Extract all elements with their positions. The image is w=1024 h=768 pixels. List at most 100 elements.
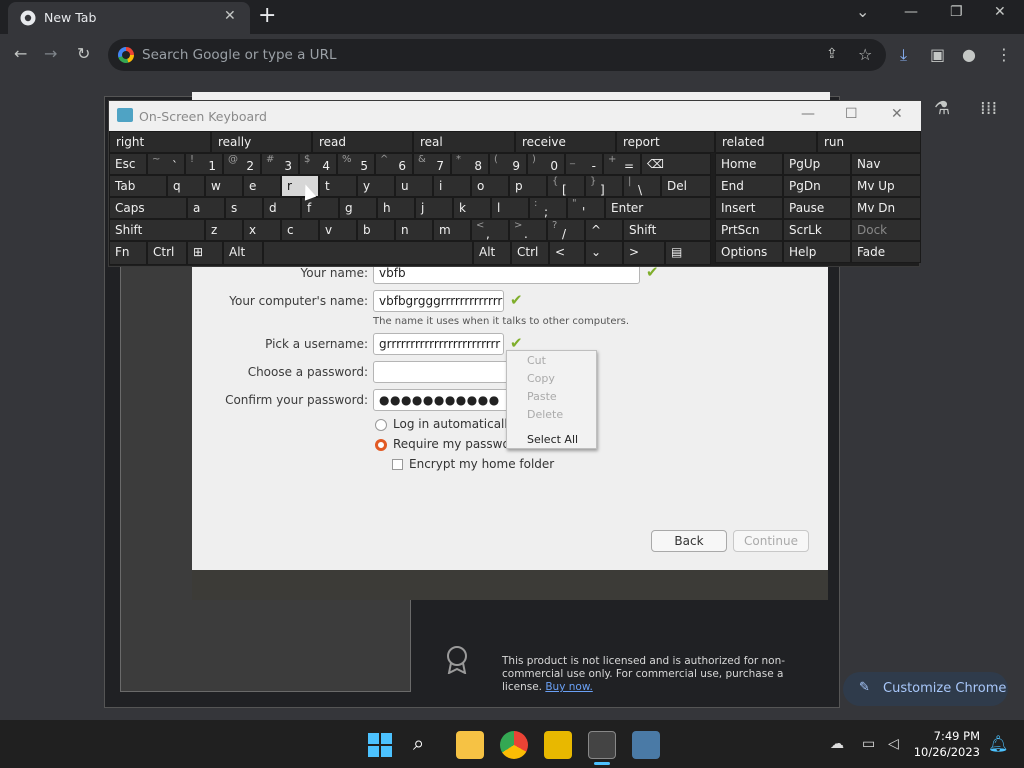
confirm-password-field[interactable]: ●●●●●●●●●●● <box>373 389 511 411</box>
installer-app-icon[interactable] <box>588 731 616 759</box>
prediction-report[interactable]: report <box>616 131 715 153</box>
key-nav-options[interactable]: Options <box>715 241 783 263</box>
apps-grid-icon[interactable]: ⁞⁞⁞ <box>980 98 997 119</box>
key-r1-13[interactable]: + = <box>603 153 641 175</box>
prediction-related[interactable]: related <box>715 131 817 153</box>
key-row3-4[interactable]: f <box>301 197 339 219</box>
cloud-icon[interactable]: ☁ <box>830 736 844 752</box>
context-delete[interactable]: Delete <box>527 408 563 421</box>
key-row4-9[interactable]: >. <box>509 219 547 241</box>
clock-date[interactable]: 10/26/2023 <box>900 745 980 759</box>
password-field[interactable] <box>373 361 511 383</box>
menu-icon[interactable]: ⋮ <box>996 45 1012 64</box>
osk-minimize-icon[interactable]: — <box>801 106 815 122</box>
key-nav-nav[interactable]: Nav <box>851 153 921 175</box>
key-row4-6[interactable]: n <box>395 219 433 241</box>
profile-icon[interactable]: ● <box>962 45 976 64</box>
key-row5-5[interactable]: Alt <box>473 241 511 265</box>
key-nav-fade[interactable]: Fade <box>851 241 921 263</box>
key-r1-4[interactable]: #3 <box>261 153 299 175</box>
key-nav-scrlk[interactable]: ScrLk <box>783 219 851 241</box>
omnibox[interactable]: Search Google or type a URL ⇪ ☆ <box>108 39 886 71</box>
context-select-all[interactable]: Select All <box>527 433 578 446</box>
key-row5-9[interactable]: > <box>623 241 665 265</box>
context-copy[interactable]: Copy <box>527 372 555 385</box>
key-row5-3[interactable]: Alt <box>223 241 263 265</box>
key-row3-7[interactable]: j <box>415 197 453 219</box>
labs-flask-icon[interactable]: ⚗ <box>934 98 950 119</box>
downloads-icon[interactable]: ⤓ <box>900 45 907 65</box>
key-row4-7[interactable]: m <box>433 219 471 241</box>
key-row4-2[interactable]: x <box>243 219 281 241</box>
key-nav-pause[interactable]: Pause <box>783 197 851 219</box>
key-row2-5[interactable]: t <box>319 175 357 197</box>
vm-app-icon[interactable] <box>544 731 572 759</box>
key-r1-11[interactable]: ) 0 <box>527 153 565 175</box>
back-icon[interactable]: ← <box>14 44 27 63</box>
key-row3-8[interactable]: k <box>453 197 491 219</box>
close-window-icon[interactable]: ✕ <box>994 4 1006 20</box>
login-auto-radio[interactable] <box>375 419 387 431</box>
key-row3-10[interactable]: :; <box>529 197 567 219</box>
key-row5-4[interactable] <box>263 241 473 265</box>
key-nav-end[interactable]: End <box>715 175 783 197</box>
minimize-icon[interactable]: — <box>904 4 918 20</box>
new-tab-button[interactable]: + <box>258 3 276 28</box>
key-row4-1[interactable]: z <box>205 219 243 241</box>
key-nav-prtscn[interactable]: PrtScn <box>715 219 783 241</box>
key-row3-3[interactable]: d <box>263 197 301 219</box>
prediction-right[interactable]: right <box>109 131 211 153</box>
key-row4-4[interactable]: v <box>319 219 357 241</box>
tab-search-icon[interactable]: ⌄ <box>856 2 869 21</box>
key-row2-1[interactable]: q <box>167 175 205 197</box>
key-row4-12[interactable]: Shift <box>623 219 711 241</box>
restore-icon[interactable]: ❐ <box>950 4 963 20</box>
tab-new-tab[interactable]: New Tab ✕ <box>8 2 250 34</box>
key-r1-8[interactable]: & 7 <box>413 153 451 175</box>
back-button[interactable]: Back <box>651 530 727 552</box>
key-nav-home[interactable]: Home <box>715 153 783 175</box>
prediction-really[interactable]: really <box>211 131 312 153</box>
key-row3-5[interactable]: g <box>339 197 377 219</box>
notification-bell-icon[interactable]: 🔔︎ <box>988 734 1008 753</box>
key-row2-7[interactable]: u <box>395 175 433 197</box>
clock-time[interactable]: 7:49 PM <box>900 729 980 743</box>
key-row3-2[interactable]: s <box>225 197 263 219</box>
key-r1-12[interactable]: _ - <box>565 153 603 175</box>
key-row3-12[interactable]: Enter <box>605 197 711 219</box>
customize-chrome-button[interactable]: ✎ Customize Chrome <box>843 672 1008 706</box>
encrypt-home-checkbox[interactable] <box>392 459 403 470</box>
key-row4-3[interactable]: c <box>281 219 319 241</box>
key-row5-7[interactable]: < <box>549 241 585 265</box>
side-panel-icon[interactable]: ▣ <box>930 45 945 64</box>
key-row2-10[interactable]: p <box>509 175 547 197</box>
key-nav-dock[interactable]: Dock <box>851 219 921 241</box>
key-nav-help[interactable]: Help <box>783 241 851 263</box>
volume-muted-icon[interactable]: ◁ <box>888 736 899 752</box>
key-row3-9[interactable]: l <box>491 197 529 219</box>
context-paste[interactable]: Paste <box>527 390 557 403</box>
forward-icon[interactable]: → <box>44 44 57 63</box>
username-field[interactable]: grrrrrrrrrrrrrrrrrrrrrrrr <box>373 333 504 355</box>
search-icon[interactable]: ⌕ <box>413 731 424 755</box>
prediction-real[interactable]: real <box>413 131 515 153</box>
prediction-read[interactable]: read <box>312 131 413 153</box>
reload-icon[interactable]: ↻ <box>77 44 90 63</box>
key-r1-0[interactable]: Esc <box>109 153 147 175</box>
key-row3-0[interactable]: Caps <box>109 197 187 219</box>
computer-name-field[interactable]: vbfbgrgggrrrrrrrrrrrrrrrr <box>373 290 504 312</box>
key-r1-14[interactable]: ⌫ <box>641 153 711 175</box>
share-icon[interactable]: ⇪ <box>826 46 838 62</box>
continue-button[interactable]: Continue <box>733 530 809 552</box>
chrome-taskbar-icon[interactable] <box>500 731 528 759</box>
key-row5-8[interactable]: ⌄ <box>585 241 623 265</box>
key-row2-6[interactable]: y <box>357 175 395 197</box>
key-r1-10[interactable]: (9 <box>489 153 527 175</box>
key-row2-3[interactable]: e <box>243 175 281 197</box>
key-nav-pgup[interactable]: PgUp <box>783 153 851 175</box>
tab-close-icon[interactable]: ✕ <box>224 8 236 24</box>
monitor-icon[interactable]: ▭ <box>862 736 875 752</box>
require-password-radio[interactable] <box>375 439 387 451</box>
key-r1-2[interactable]: ! 1 <box>185 153 223 175</box>
osk-close-icon[interactable]: ✕ <box>891 106 903 122</box>
